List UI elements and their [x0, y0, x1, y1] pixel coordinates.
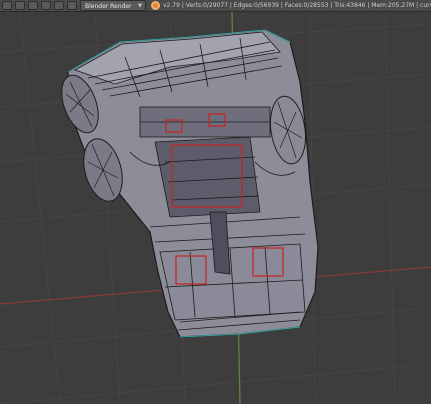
car-mesh[interactable]	[55, 29, 319, 338]
scene-stats: v2.79 | Verts:0/29077 | Edges:0/56939 | …	[163, 2, 431, 9]
chevron-down-icon: ▼	[138, 3, 142, 9]
scene-icon[interactable]	[2, 1, 12, 10]
blender-logo-icon	[151, 1, 160, 10]
blender-window: Blender Render ▼ v2.79 | Verts:0/29077 |…	[0, 0, 431, 404]
3d-viewport[interactable]	[0, 12, 431, 404]
render-engine-dropdown[interactable]: Blender Render ▼	[80, 0, 146, 11]
info-header: Blender Render ▼ v2.79 | Verts:0/29077 |…	[0, 0, 431, 12]
layout-icon[interactable]	[15, 1, 25, 10]
screen-browse-icon[interactable]	[28, 1, 38, 10]
render-engine-label: Blender Render	[85, 3, 132, 10]
camera-icon[interactable]	[67, 1, 77, 10]
add-scene-icon[interactable]	[41, 1, 51, 10]
delete-scene-icon[interactable]	[54, 1, 64, 10]
